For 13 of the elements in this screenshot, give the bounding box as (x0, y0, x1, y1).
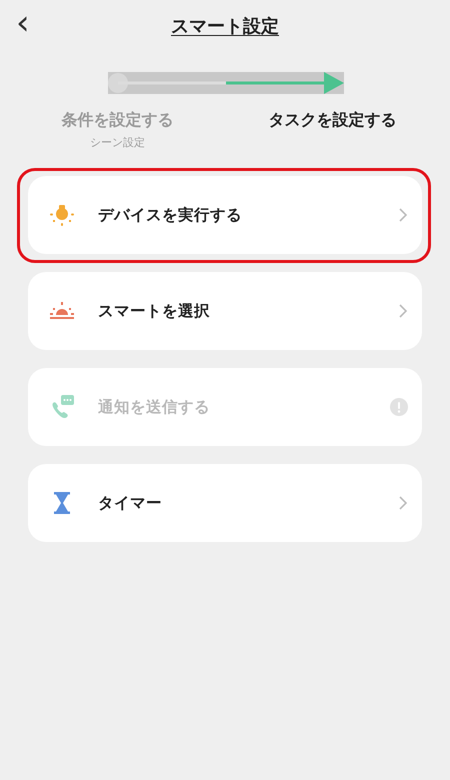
chevron-right-icon (398, 303, 408, 319)
bulb-icon (50, 203, 74, 227)
step-sublabel: シーン設定 (90, 135, 145, 150)
step-label[interactable]: タスクを設定する (268, 110, 396, 131)
page-title: スマート設定 (171, 15, 279, 38)
action-item[interactable]: スマートを選択 (28, 272, 422, 350)
phone-message-icon (50, 395, 74, 419)
chevron-right-icon (398, 495, 408, 511)
chevron-right-icon (398, 207, 408, 223)
action-item[interactable]: デバイスを実行する (28, 176, 422, 254)
info-icon (390, 398, 408, 416)
back-button[interactable]: ‹ (12, 6, 34, 40)
action-item[interactable]: タイマー (28, 464, 422, 542)
